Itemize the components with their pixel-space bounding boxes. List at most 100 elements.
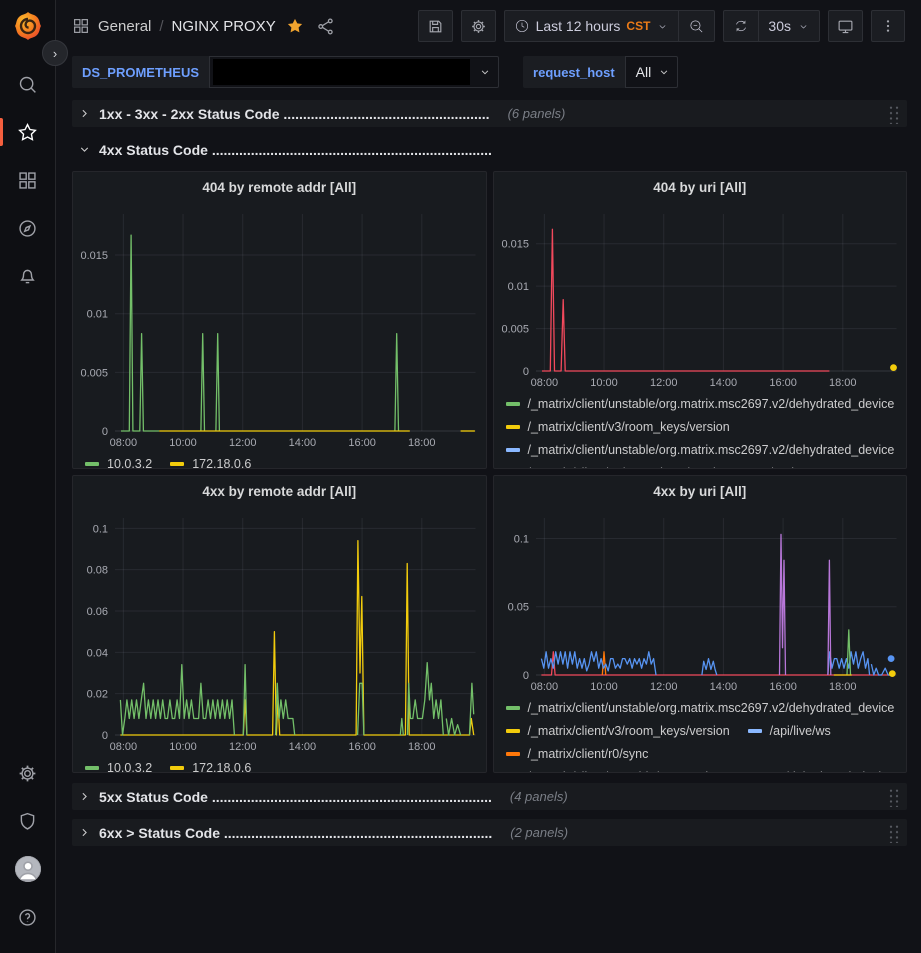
svg-text:0.1: 0.1 bbox=[513, 533, 528, 545]
time-series-chart[interactable]: 08:0010:0012:0014:0016:0018:0000.0050.01… bbox=[73, 202, 486, 452]
time-range-group: Last 12 hours CST bbox=[504, 10, 716, 42]
row-title: 4xx Status Code ........................… bbox=[99, 142, 492, 158]
variables-bar: DS_PROMETHEUS request_host All bbox=[56, 52, 921, 94]
legend-swatch bbox=[506, 752, 520, 756]
sidebar-item-server-admin[interactable] bbox=[0, 797, 56, 845]
legend-item[interactable]: /_matrix/client/r0/sync bbox=[506, 747, 649, 761]
share-icon bbox=[316, 17, 335, 36]
kebab-menu-icon bbox=[880, 18, 896, 34]
svg-text:0: 0 bbox=[522, 366, 528, 378]
sidebar-expand-button[interactable]: › bbox=[42, 40, 68, 66]
panel-title: 404 by remote addr [All] bbox=[202, 180, 356, 195]
legend-item[interactable]: 10.0.3.2 bbox=[85, 761, 152, 773]
legend-item[interactable]: /_matrix/client/v3/room_keys/version bbox=[506, 466, 730, 469]
panel-header[interactable]: 4xx by remote addr [All] bbox=[73, 476, 486, 506]
svg-text:0.02: 0.02 bbox=[87, 689, 108, 701]
host-value-select[interactable]: All bbox=[625, 56, 679, 88]
legend-swatch bbox=[506, 706, 520, 710]
legend-item[interactable]: /_matrix/client/v3/room_keys/version bbox=[506, 420, 730, 434]
tv-mode-button[interactable] bbox=[828, 10, 863, 42]
panel-title: 4xx by remote addr [All] bbox=[202, 484, 356, 499]
sidebar-item-configuration[interactable] bbox=[0, 749, 56, 797]
zoom-out-time-button[interactable] bbox=[678, 11, 714, 41]
row-drag-handle-icon[interactable] bbox=[887, 787, 899, 807]
panel-header[interactable]: 4xx by uri [All] bbox=[494, 476, 907, 506]
svg-text:16:00: 16:00 bbox=[769, 377, 797, 389]
legend-item[interactable]: /api/live/ws bbox=[748, 724, 831, 738]
legend-label: 172.18.0.6 bbox=[192, 761, 251, 773]
sidebar-item-explore[interactable] bbox=[0, 204, 56, 252]
share-button[interactable] bbox=[314, 15, 337, 38]
sidebar-item-search[interactable] bbox=[0, 60, 56, 108]
legend-row: /_matrix/client/r0/sync bbox=[506, 742, 897, 765]
grafana-app: › bbox=[0, 0, 921, 953]
favorite-star-button[interactable] bbox=[284, 15, 306, 37]
datasource-select[interactable] bbox=[209, 56, 499, 88]
svg-text:10:00: 10:00 bbox=[590, 377, 618, 389]
legend-item[interactable]: /_matrix/client/unstable/org.matrix.msc2… bbox=[506, 770, 895, 773]
zoom-out-icon bbox=[688, 18, 705, 35]
more-options-button[interactable] bbox=[871, 10, 905, 42]
row-4xx[interactable]: 4xx Status Code ........................… bbox=[72, 136, 907, 163]
legend-item[interactable]: 172.18.0.6 bbox=[170, 457, 251, 469]
legend-label: /_matrix/client/v3/room_keys/version bbox=[528, 466, 730, 469]
legend-item[interactable]: 10.0.3.2 bbox=[85, 457, 152, 469]
legend-label: /sw.js bbox=[770, 466, 801, 469]
panel-header[interactable]: 404 by uri [All] bbox=[494, 172, 907, 202]
refresh-icon bbox=[733, 18, 749, 34]
legend-item[interactable]: 172.18.0.6 bbox=[170, 761, 251, 773]
time-range-label: Last 12 hours bbox=[536, 18, 621, 34]
refresh-group: 30s bbox=[723, 10, 820, 42]
svg-text:14:00: 14:00 bbox=[289, 741, 317, 753]
row-drag-handle-icon[interactable] bbox=[887, 104, 899, 124]
legend-label: /_matrix/client/r0/sync bbox=[528, 747, 649, 761]
panel-header[interactable]: 404 by remote addr [All] bbox=[73, 172, 486, 202]
legend-row: /_matrix/client/v3/room_keys/version/sw.… bbox=[506, 461, 897, 468]
sidebar-item-alerting[interactable] bbox=[0, 252, 56, 300]
refresh-interval-picker[interactable]: 30s bbox=[758, 11, 819, 41]
sidebar-item-help[interactable] bbox=[0, 893, 56, 941]
row-6xx[interactable]: 6xx > Status Code ......................… bbox=[72, 819, 907, 846]
sidebar-item-profile[interactable] bbox=[0, 845, 56, 893]
panel-404-by-remote-addr: 404 by remote addr [All] 08:0010:0012:00… bbox=[72, 171, 487, 469]
gear-icon bbox=[17, 763, 38, 784]
svg-text:14:00: 14:00 bbox=[289, 437, 317, 449]
row-5xx[interactable]: 5xx Status Code ........................… bbox=[72, 783, 907, 810]
legend-label: /_matrix/client/unstable/org.matrix.msc2… bbox=[528, 397, 895, 411]
row-drag-handle-icon[interactable] bbox=[887, 823, 899, 843]
svg-text:10:00: 10:00 bbox=[169, 741, 197, 753]
legend-item[interactable]: /_matrix/client/unstable/org.matrix.msc2… bbox=[506, 443, 895, 457]
save-dashboard-button[interactable] bbox=[418, 10, 453, 42]
svg-text:12:00: 12:00 bbox=[649, 681, 677, 693]
legend-row: /_matrix/client/unstable/org.matrix.msc2… bbox=[506, 438, 897, 461]
breadcrumb-section[interactable]: General bbox=[98, 18, 151, 35]
svg-text:18:00: 18:00 bbox=[829, 681, 857, 693]
legend-item[interactable]: /_matrix/client/unstable/org.matrix.msc2… bbox=[506, 701, 895, 715]
refresh-button[interactable] bbox=[724, 11, 758, 41]
time-range-picker[interactable]: Last 12 hours CST bbox=[505, 11, 679, 41]
legend-item[interactable]: /sw.js bbox=[748, 466, 801, 469]
breadcrumb-separator: / bbox=[159, 18, 163, 35]
legend-label: /_matrix/client/v3/room_keys/version bbox=[528, 724, 730, 738]
legend-label: /_matrix/client/unstable/org.matrix.msc2… bbox=[528, 770, 895, 773]
svg-text:12:00: 12:00 bbox=[649, 377, 677, 389]
svg-text:08:00: 08:00 bbox=[110, 741, 138, 753]
legend-item[interactable]: /_matrix/client/v3/room_keys/version bbox=[506, 724, 730, 738]
svg-text:10:00: 10:00 bbox=[169, 437, 197, 449]
svg-text:12:00: 12:00 bbox=[229, 437, 257, 449]
dashboard-settings-button[interactable] bbox=[461, 10, 496, 42]
chart-legend: /_matrix/client/unstable/org.matrix.msc2… bbox=[494, 392, 907, 468]
row-1xx-3xx-2xx[interactable]: 1xx - 3xx - 2xx Status Code ............… bbox=[72, 100, 907, 127]
row-panel-count: (2 panels) bbox=[510, 825, 568, 840]
time-series-chart[interactable]: 08:0010:0012:0014:0016:0018:0000.020.040… bbox=[73, 506, 486, 756]
grafana-logo-icon[interactable] bbox=[12, 10, 44, 42]
sidebar-item-dashboards[interactable] bbox=[0, 156, 56, 204]
time-series-chart[interactable]: 08:0010:0012:0014:0016:0018:0000.050.1 bbox=[494, 506, 907, 696]
bell-icon bbox=[17, 266, 38, 287]
legend-label: /api/live/ws bbox=[770, 724, 831, 738]
timezone-label: CST bbox=[626, 19, 650, 33]
svg-text:16:00: 16:00 bbox=[348, 741, 376, 753]
time-series-chart[interactable]: 08:0010:0012:0014:0016:0018:0000.0050.01… bbox=[494, 202, 907, 392]
legend-item[interactable]: /_matrix/client/unstable/org.matrix.msc2… bbox=[506, 397, 895, 411]
sidebar-item-starred[interactable] bbox=[0, 108, 56, 156]
